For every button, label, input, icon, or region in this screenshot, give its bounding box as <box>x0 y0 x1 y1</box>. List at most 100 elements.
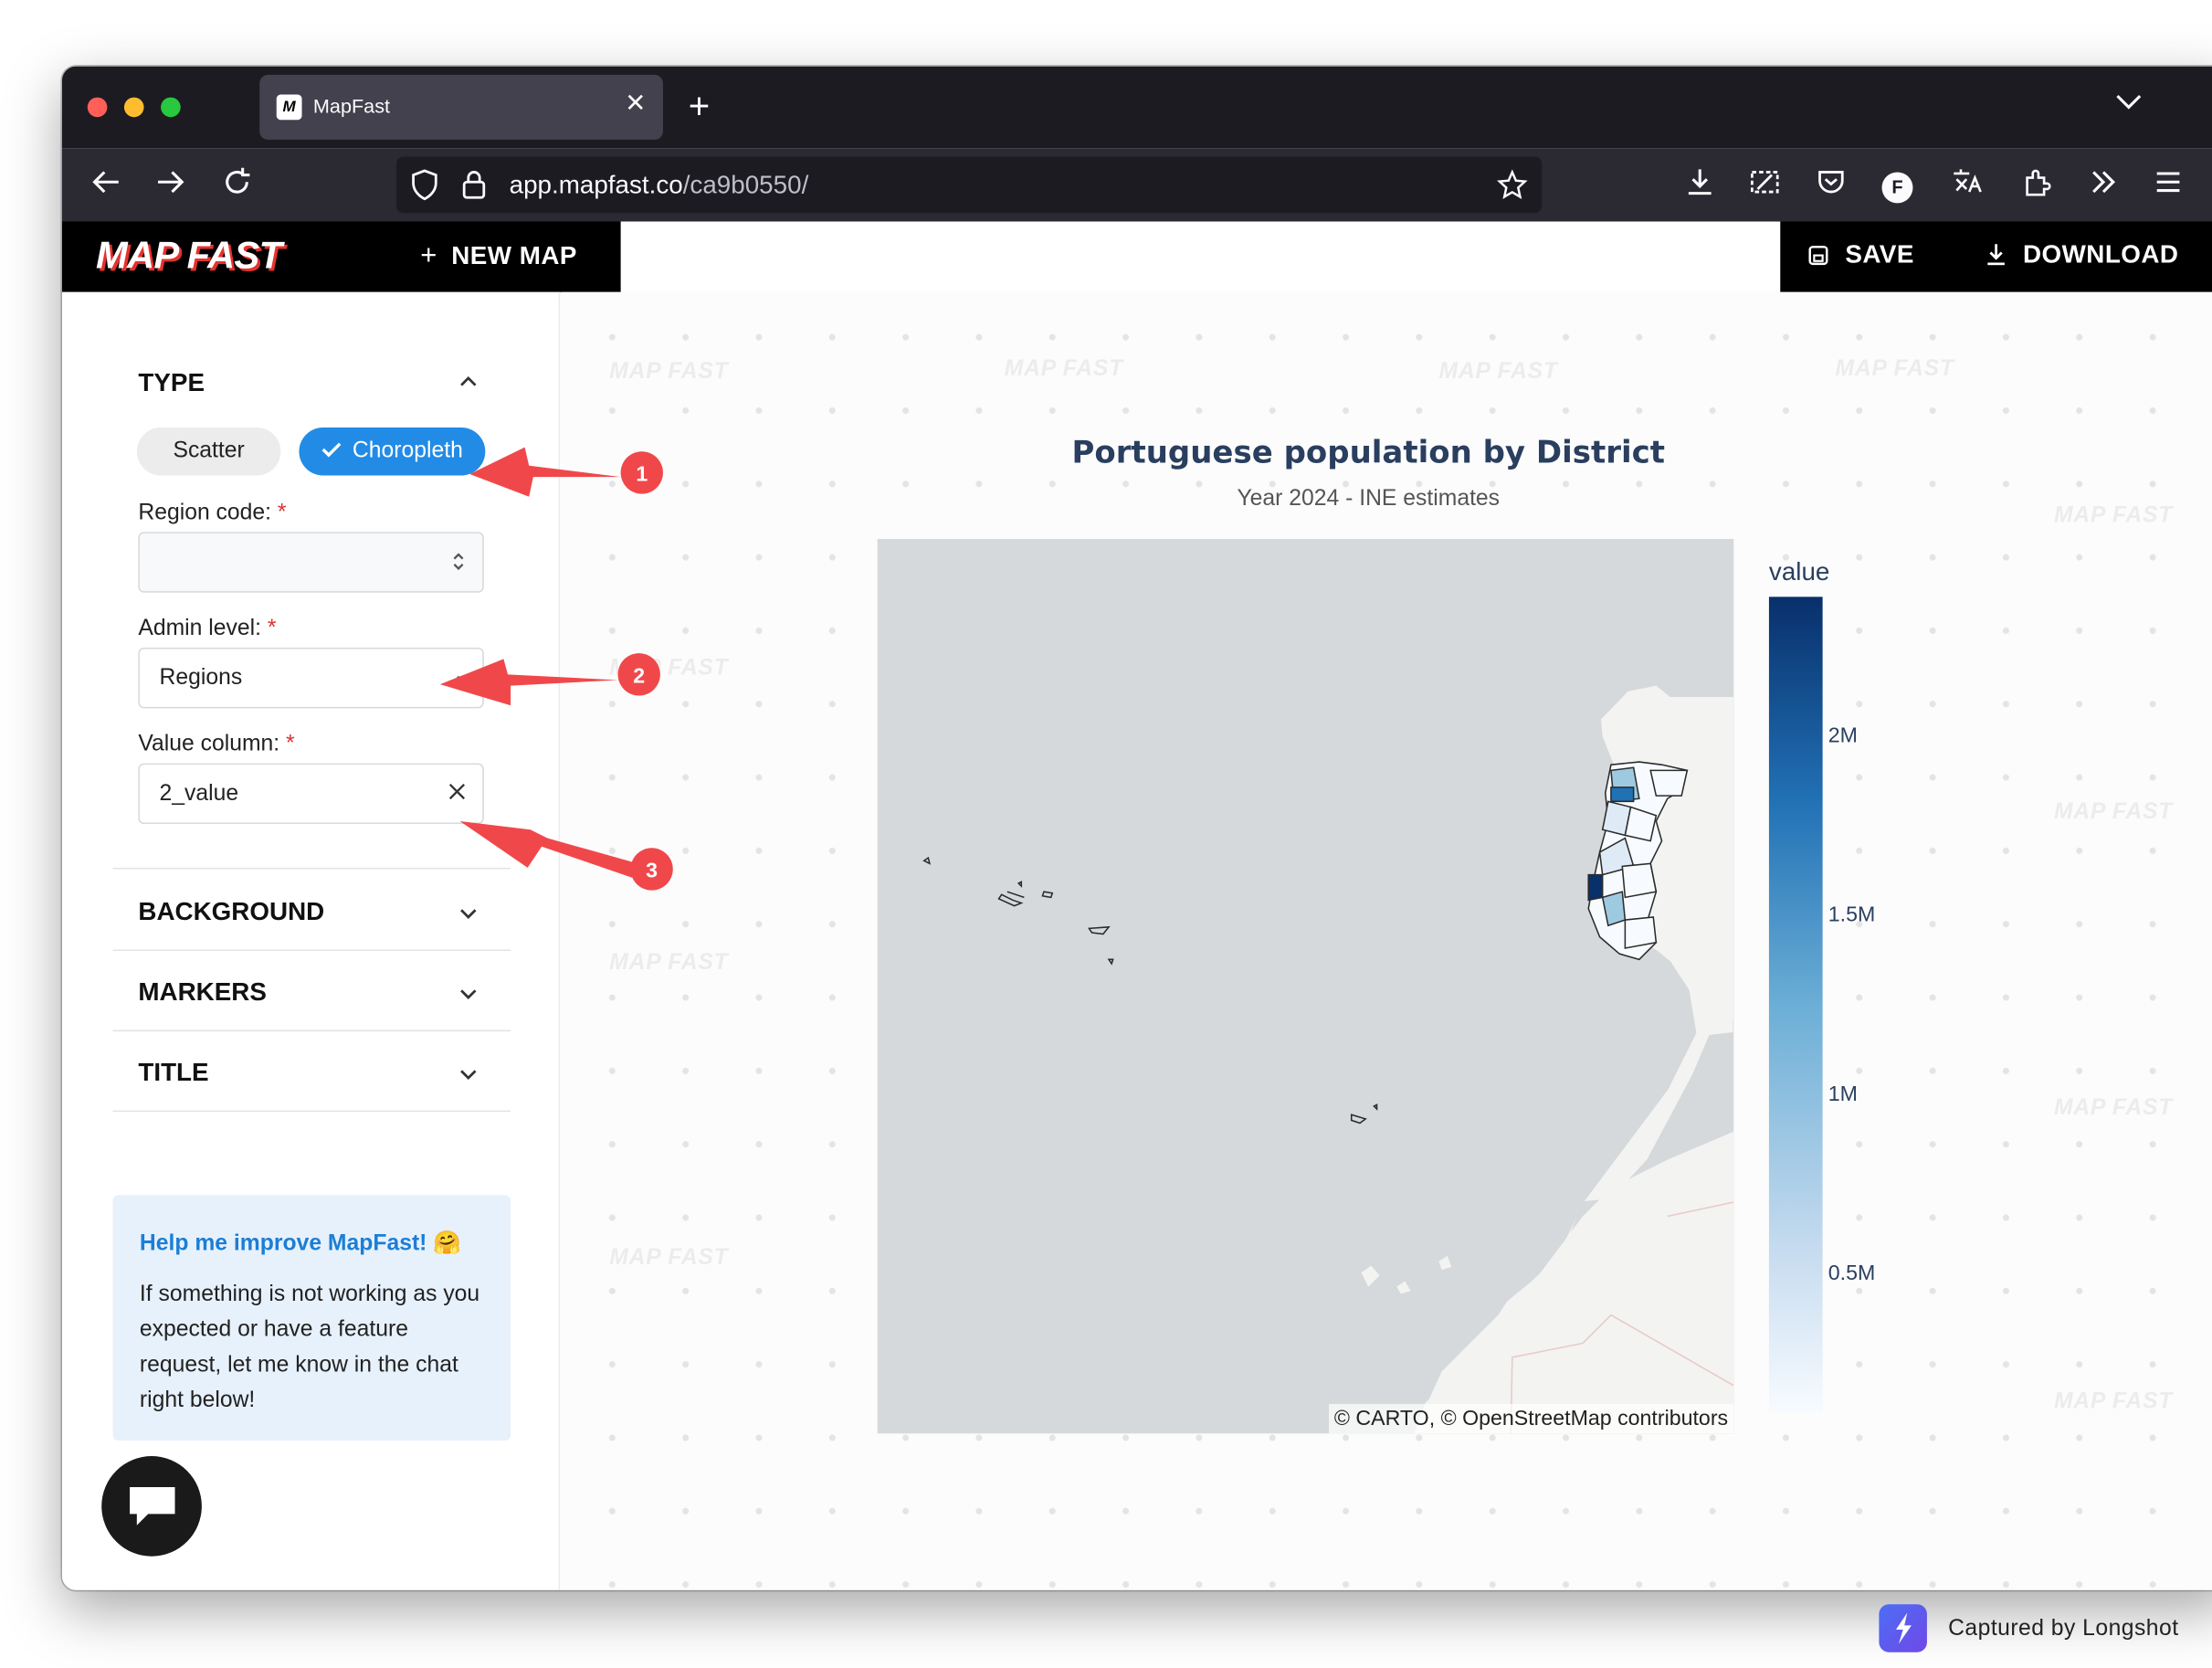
type-section-title[interactable]: TYPE <box>138 368 205 397</box>
colorbar-title: value <box>1768 557 1830 586</box>
plus-icon: + <box>420 239 437 271</box>
shield-icon[interactable] <box>410 169 438 207</box>
lock-icon[interactable] <box>461 169 487 207</box>
screenshot-icon[interactable] <box>1749 166 1780 205</box>
longshot-logo-icon <box>1879 1604 1927 1652</box>
download-button[interactable]: DOWNLOAD <box>1986 240 2179 273</box>
extensions-puzzle-icon[interactable] <box>2021 166 2052 205</box>
close-window-button[interactable] <box>87 97 108 118</box>
app-brand-bar: MAP FAST + NEW MAP <box>61 221 621 292</box>
watermark-text: MAP FAST <box>1835 356 1954 382</box>
forward-arrow-icon[interactable] <box>155 166 186 205</box>
admin-level-value: Regions <box>159 666 243 691</box>
hamburger-menu-icon[interactable] <box>2153 166 2184 205</box>
map-canvas: MAP FAST MAP FAST MAP FAST MAP FAST MAP … <box>561 291 2212 1590</box>
profile-avatar[interactable]: F <box>1881 166 1913 204</box>
divider <box>112 867 511 870</box>
screenshot-stage: M MapFast ✕ + app.mapfast.co/ca9b0550/ F… <box>0 0 2212 1668</box>
help-body: If something is not working as you expec… <box>139 1283 480 1413</box>
choropleth-label: Choropleth <box>352 438 463 463</box>
select-updown-icon <box>451 550 465 576</box>
colorbar-gradient <box>1768 596 1823 1413</box>
divider <box>112 1110 511 1113</box>
divider <box>112 1029 511 1032</box>
download-icon <box>1986 243 2007 272</box>
url-text[interactable]: app.mapfast.co/ca9b0550/ <box>510 171 809 200</box>
tab-title: MapFast <box>312 94 391 118</box>
watermark-text: MAP FAST <box>609 1245 729 1271</box>
chevron-up-icon[interactable] <box>460 368 478 392</box>
value-column-label: Value column: * <box>138 733 294 758</box>
overflow-chevrons-icon[interactable] <box>2088 166 2119 205</box>
colorbar-tick: 2M <box>1828 723 1858 748</box>
colorbar-tick: 1.5M <box>1828 903 1876 927</box>
translate-icon[interactable] <box>1950 166 1984 205</box>
title-section-title[interactable]: TITLE <box>138 1058 208 1087</box>
save-button[interactable]: SAVE <box>1808 240 1914 273</box>
clear-x-icon[interactable] <box>448 782 466 805</box>
value-column-label-text: Value column: <box>138 732 280 756</box>
new-map-label: NEW MAP <box>451 241 577 270</box>
watermark-text: MAP FAST <box>1438 359 1558 385</box>
admin-level-select[interactable]: Regions <box>138 647 484 709</box>
type-option-scatter[interactable]: Scatter <box>136 428 281 476</box>
type-option-choropleth[interactable]: Choropleth <box>299 428 486 476</box>
bookmark-star-icon[interactable] <box>1497 169 1528 207</box>
reload-icon[interactable] <box>222 166 253 205</box>
profile-initial: F <box>1881 172 1913 204</box>
chat-launcher-button[interactable] <box>101 1456 202 1557</box>
feedback-help-box: Help me improve MapFast! 🤗 If something … <box>112 1195 511 1441</box>
map-title: Portuguese population by District <box>1071 436 1666 471</box>
value-column-select[interactable]: 2_value <box>138 763 484 825</box>
required-asterisk: * <box>267 616 277 641</box>
close-tab-icon[interactable]: ✕ <box>625 89 646 118</box>
new-tab-icon[interactable]: + <box>689 85 710 129</box>
map-subtitle: Year 2024 - INE estimates <box>1237 486 1501 512</box>
browser-tab[interactable]: M MapFast ✕ <box>259 74 663 140</box>
colorbar-tick: 0.5M <box>1828 1261 1876 1286</box>
choropleth-map[interactable]: © CARTO, © OpenStreetMap contributors <box>877 539 1734 1434</box>
watermark-text: MAP FAST <box>2053 1389 2174 1414</box>
browser-window: M MapFast ✕ + app.mapfast.co/ca9b0550/ F… <box>61 66 2212 1590</box>
admin-level-label: Admin level: * <box>138 617 276 642</box>
watermark-text: MAP FAST <box>2053 503 2174 528</box>
background-section-title[interactable]: BACKGROUND <box>138 897 324 926</box>
zoom-window-button[interactable] <box>161 97 181 118</box>
value-column-value: 2_value <box>159 781 239 806</box>
divider <box>112 949 511 952</box>
floppy-save-icon <box>1808 243 1828 272</box>
mapfast-logo[interactable]: MAP FAST <box>96 234 282 278</box>
back-arrow-icon[interactable] <box>90 166 121 205</box>
navigation-bar: app.mapfast.co/ca9b0550/ F <box>61 148 2212 222</box>
save-label: SAVE <box>1845 239 1914 269</box>
map-graphic <box>922 685 1734 1434</box>
chat-bubble-icon <box>125 1483 179 1537</box>
required-asterisk: * <box>277 501 287 525</box>
downloads-icon[interactable] <box>1684 166 1715 205</box>
markers-section-title[interactable]: MARKERS <box>138 977 267 1007</box>
url-path: /ca9b0550/ <box>682 170 809 199</box>
chevron-down-icon[interactable] <box>460 982 478 1006</box>
map-attribution[interactable]: © CARTO, © OpenStreetMap contributors <box>1328 1403 1734 1434</box>
url-bar[interactable]: app.mapfast.co/ca9b0550/ <box>396 156 1543 214</box>
app-header: MAP FAST + NEW MAP SAVE DOWNLOAD <box>61 221 2212 292</box>
pocket-icon[interactable] <box>1816 166 1847 205</box>
chevron-down-icon[interactable] <box>460 902 478 925</box>
minimize-window-button[interactable] <box>123 97 144 118</box>
region-code-select[interactable] <box>138 532 484 593</box>
settings-sidebar: TYPE Scatter Choropleth Region code: * A… <box>61 291 561 1590</box>
watermark-text: MAP FAST <box>2053 1096 2174 1121</box>
check-icon <box>321 428 342 476</box>
admin-level-label-text: Admin level: <box>138 616 261 641</box>
watermark-text: MAP FAST <box>1004 356 1123 382</box>
download-label: DOWNLOAD <box>2022 239 2179 269</box>
chevron-down-icon[interactable] <box>460 1062 478 1086</box>
mapfast-favicon-icon: M <box>276 94 302 121</box>
region-code-label-text: Region code: <box>138 501 272 525</box>
chevron-up-icon <box>451 666 465 689</box>
region-code-label: Region code: * <box>138 501 286 526</box>
help-title: Help me improve MapFast! 🤗 <box>139 1231 462 1256</box>
list-tabs-chevron-icon[interactable] <box>2116 86 2142 119</box>
header-actions: SAVE DOWNLOAD <box>1780 221 2212 292</box>
new-map-button[interactable]: + NEW MAP <box>420 240 577 273</box>
